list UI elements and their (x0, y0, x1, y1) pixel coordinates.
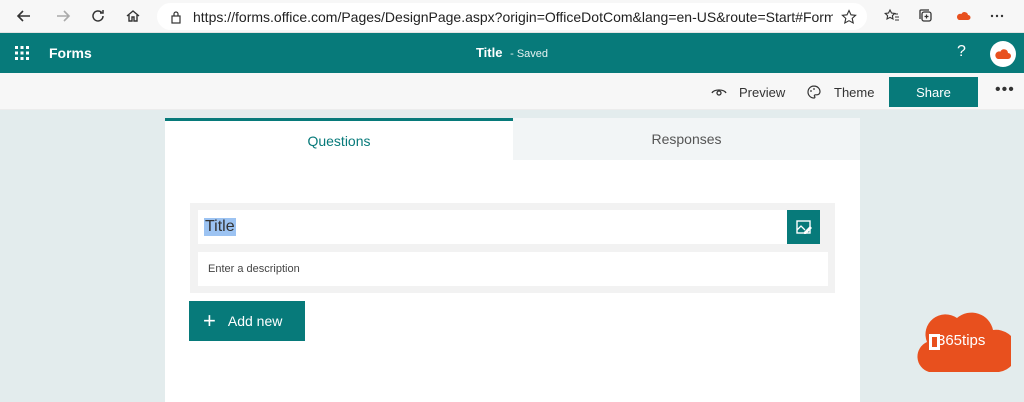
palette-icon (807, 85, 821, 99)
app-header: Forms Title - Saved ? (0, 33, 1024, 73)
forward-icon[interactable] (51, 5, 75, 27)
add-new-button[interactable]: + Add new (189, 301, 305, 341)
365tips-logo-text: 365tips (937, 332, 986, 349)
description-placeholder: Enter a description (208, 263, 300, 275)
collections-icon[interactable] (914, 5, 938, 27)
share-button[interactable]: Share (889, 77, 978, 107)
insert-image-button[interactable] (787, 210, 820, 244)
favorite-star-icon[interactable] (841, 9, 857, 25)
form-card: Questions Responses Title Enter a descri… (165, 118, 860, 402)
theme-label: Theme (834, 84, 875, 100)
form-title-text: Title (204, 218, 236, 236)
favorites-icon[interactable] (880, 5, 904, 27)
avatar[interactable] (990, 41, 1016, 67)
document-title-area: Title - Saved (0, 45, 1024, 60)
back-icon[interactable] (12, 5, 36, 27)
browser-menu-icon[interactable] (985, 5, 1009, 27)
lock-icon (171, 10, 181, 24)
tab-questions[interactable]: Questions (165, 118, 513, 160)
refresh-icon[interactable] (86, 5, 110, 27)
form-header-section: Title Enter a description (190, 203, 835, 293)
command-bar: Preview Theme Share ••• (0, 73, 1024, 110)
url-text: https://forms.office.com/Pages/DesignPag… (193, 8, 833, 25)
tab-responses[interactable]: Responses (513, 118, 860, 160)
form-title-field[interactable]: Title (198, 210, 788, 244)
preview-button[interactable]: Preview (711, 84, 785, 100)
address-bar[interactable]: https://forms.office.com/Pages/DesignPag… (157, 3, 867, 30)
onedrive-logo-icon (995, 49, 1011, 59)
add-new-label: Add new (227, 313, 283, 329)
browser-toolbar: https://forms.office.com/Pages/DesignPag… (0, 0, 1024, 33)
form-description-field[interactable]: Enter a description (198, 252, 828, 286)
plus-icon: + (203, 308, 216, 333)
preview-label: Preview (739, 84, 786, 100)
more-options-button[interactable]: ••• (995, 81, 1015, 99)
save-status: - Saved (510, 48, 549, 60)
home-icon[interactable] (121, 5, 145, 27)
theme-button[interactable]: Theme (806, 84, 874, 100)
image-edit-icon (795, 220, 812, 234)
document-title[interactable]: Title (476, 45, 503, 60)
eye-icon (711, 89, 727, 96)
onedrive-cloud-icon[interactable] (951, 5, 975, 27)
save-status-text: Saved (516, 48, 549, 60)
help-button[interactable]: ? (957, 43, 966, 61)
